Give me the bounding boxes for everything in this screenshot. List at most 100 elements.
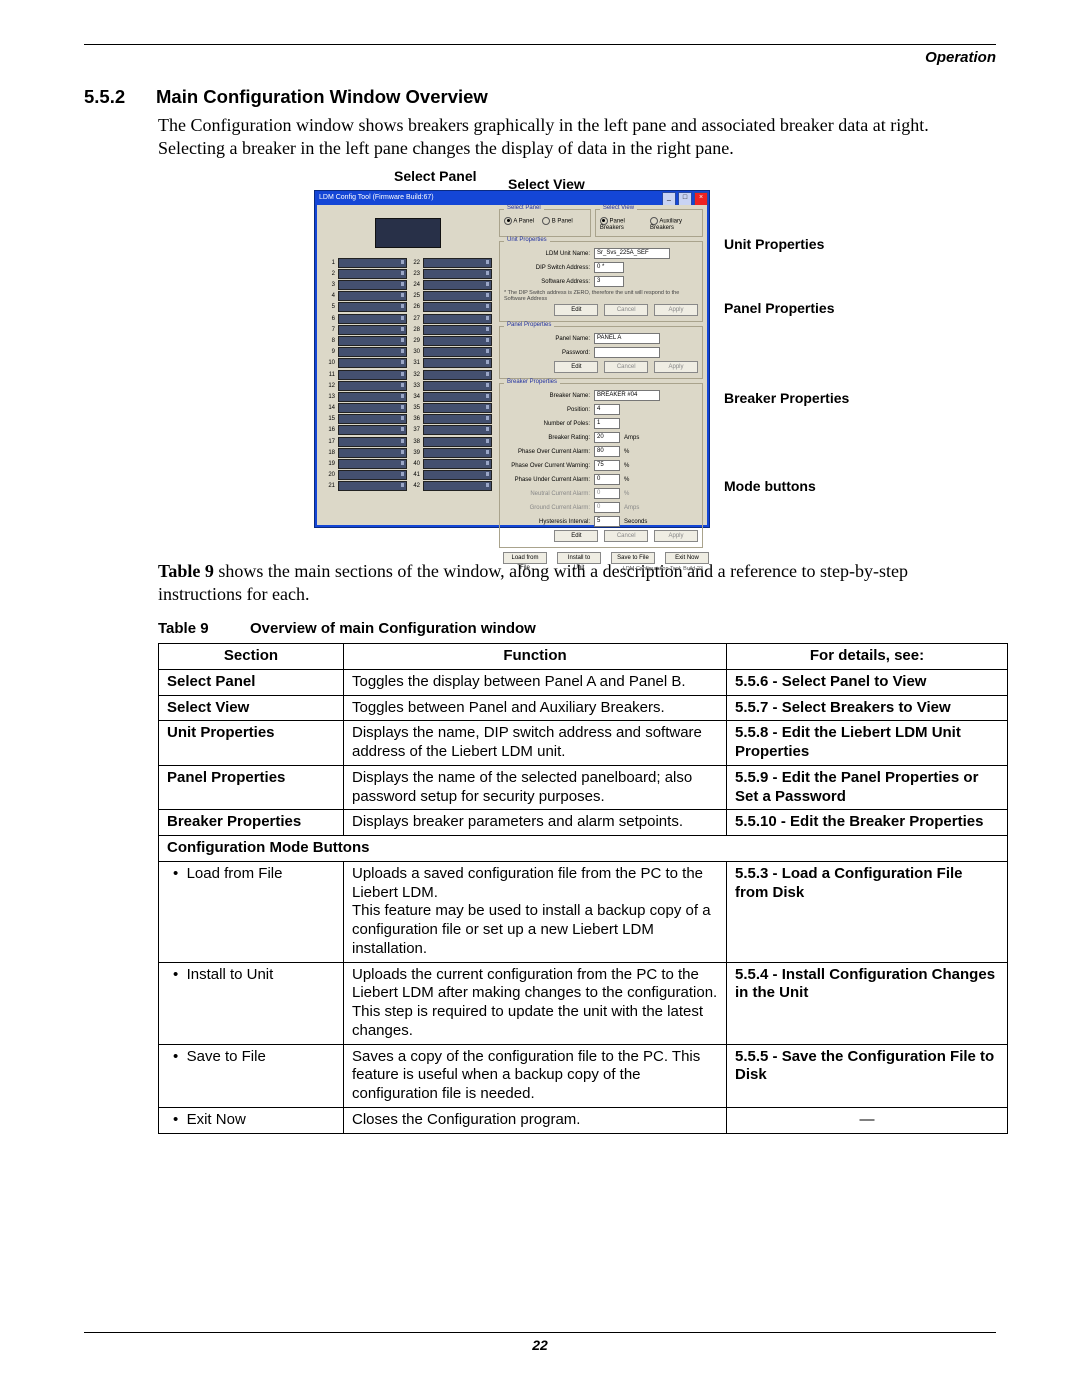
label-breaker-properties: Breaker Properties (724, 390, 864, 406)
position-label: Position: (504, 407, 594, 413)
breaker-row[interactable]: 2041 (323, 470, 493, 481)
ovw-label: Phase Over Current Warning: (504, 463, 594, 469)
unit-name-field[interactable]: Sr_Svs_225A_SEF (594, 248, 670, 259)
radio-b-panel[interactable] (542, 217, 550, 225)
breaker-row[interactable]: 526 (323, 302, 493, 313)
dip-field[interactable]: 0 * (594, 262, 624, 273)
password-label: Password: (504, 350, 594, 356)
section-heading: 5.5.2Main Configuration Window Overview (84, 86, 996, 108)
maximize-icon[interactable]: □ (678, 192, 692, 206)
table-row: Select ViewToggles between Panel and Aux… (159, 695, 1008, 721)
uca-label: Phase Under Current Alarm: (504, 477, 594, 483)
table-row: Install to UnitUploads the current confi… (159, 962, 1008, 1044)
gca-label: Ground Current Alarm: (504, 505, 594, 511)
table-row: Load from FileUploads a saved configurat… (159, 861, 1008, 962)
breaker-row[interactable]: 1637 (323, 425, 493, 436)
breaker-name-field[interactable]: BREAKER #04 (594, 390, 660, 401)
table-row: Panel PropertiesDisplays the name of the… (159, 765, 1008, 810)
col-section: Section (159, 644, 344, 670)
hy-field[interactable]: 5 (594, 516, 620, 527)
ova-label: Phase Over Current Alarm: (504, 449, 594, 455)
breaker-pane: 1222233244255266277288299301031113212331… (321, 209, 495, 519)
rating-field[interactable]: 20 (594, 432, 620, 443)
breaker-row[interactable]: 728 (323, 324, 493, 335)
sw-field[interactable]: 3 (594, 276, 624, 287)
rating-label: Breaker Rating: (504, 435, 594, 441)
hy-unit: Seconds (620, 519, 647, 525)
radio-panel-breakers[interactable] (600, 217, 608, 225)
unit-properties-group: Unit Properties LDM Unit Name:Sr_Svs_225… (499, 241, 703, 322)
radio-aux-breakers[interactable] (650, 217, 658, 225)
group-title-breaker: Breaker Properties (504, 379, 560, 385)
unit-edit-button[interactable]: Edit (554, 304, 598, 316)
panel-name-label: Panel Name: (504, 336, 594, 342)
password-field[interactable] (594, 347, 660, 358)
config-window-screenshot: LDM Config Tool (Firmware Build:67) _ □ … (314, 190, 710, 528)
breaker-row[interactable]: 223 (323, 268, 493, 279)
breaker-row[interactable]: 627 (323, 313, 493, 324)
position-field[interactable]: 4 (594, 404, 620, 415)
hyst-label: Hysteresis Interval: (504, 519, 594, 525)
panel-apply-button[interactable]: Apply (654, 361, 698, 373)
group-title-unit: Unit Properties (504, 237, 550, 243)
panel-properties-group: Panel Properties Panel Name:PANEL A Pass… (499, 326, 703, 379)
group-title-panel: Panel Properties (504, 322, 554, 328)
group-title-select-view: Select View (600, 205, 637, 211)
window-title: LDM Config Tool (Firmware Build:67) (319, 191, 434, 205)
unit-apply-button[interactable]: Apply (654, 304, 698, 316)
page-number: 22 (84, 1337, 996, 1353)
poles-field[interactable]: 1 (594, 418, 620, 429)
breaker-row[interactable]: 425 (323, 291, 493, 302)
breaker-row[interactable]: 829 (323, 335, 493, 346)
breaker-row[interactable]: 1738 (323, 436, 493, 447)
label-select-panel: Select Panel (394, 168, 477, 184)
breaker-row[interactable]: 1940 (323, 458, 493, 469)
ldm-device-icon (375, 218, 441, 248)
panel-cancel-button[interactable]: Cancel (604, 361, 648, 373)
nca-label: Neutral Current Alarm: (504, 491, 594, 497)
intro-paragraph: The Configuration window shows breakers … (158, 114, 996, 160)
breaker-row[interactable]: 1031 (323, 358, 493, 369)
breaker-row[interactable]: 1839 (323, 447, 493, 458)
ovw-field[interactable]: 75 (594, 460, 620, 471)
col-function: Function (344, 644, 727, 670)
poles-label: Number of Poles: (504, 421, 594, 427)
uca-unit: % (620, 477, 629, 483)
breaker-row[interactable]: 930 (323, 347, 493, 358)
breaker-row[interactable]: 1132 (323, 369, 493, 380)
close-icon[interactable]: × (694, 192, 708, 206)
breaker-row[interactable]: 1233 (323, 380, 493, 391)
table-ref: Table 9 (158, 561, 214, 581)
breaker-cancel-button[interactable]: Cancel (604, 530, 648, 542)
running-header: Operation (84, 49, 996, 66)
unit-cancel-button[interactable]: Cancel (604, 304, 648, 316)
radio-a-panel[interactable] (504, 217, 512, 225)
table-row: Save to FileSaves a copy of the configur… (159, 1044, 1008, 1107)
ova-unit: % (620, 449, 629, 455)
install-to-unit-button[interactable]: Install to Unit (557, 552, 601, 564)
breaker-row[interactable]: 1435 (323, 403, 493, 414)
breaker-apply-button[interactable]: Apply (654, 530, 698, 542)
breaker-row[interactable]: 122 (323, 257, 493, 268)
breaker-row[interactable]: 324 (323, 279, 493, 290)
breaker-row[interactable]: 1334 (323, 391, 493, 402)
label-panel-properties: Panel Properties (724, 300, 864, 316)
exit-now-button[interactable]: Exit Now (665, 552, 709, 564)
breaker-row[interactable]: 2142 (323, 481, 493, 492)
gca-unit: Amps (620, 505, 639, 511)
ovw-unit: % (620, 463, 629, 469)
group-title-select-panel: Select Panel (504, 205, 544, 211)
breaker-edit-button[interactable]: Edit (554, 530, 598, 542)
overview-table: Section Function For details, see: Selec… (158, 643, 1008, 1134)
config-window-diagram: Select Panel Select View Unit Properties… (254, 168, 874, 548)
panel-edit-button[interactable]: Edit (554, 361, 598, 373)
ova-field[interactable]: 80 (594, 446, 620, 457)
breaker-row[interactable]: 1536 (323, 414, 493, 425)
dip-label: DIP Switch Address: (504, 265, 594, 271)
minimize-icon[interactable]: _ (662, 192, 676, 206)
save-to-file-button[interactable]: Save to File (611, 552, 655, 564)
load-from-file-button[interactable]: Load from File (503, 552, 547, 564)
label-mode-buttons: Mode buttons (724, 478, 864, 494)
panel-name-field[interactable]: PANEL A (594, 333, 660, 344)
uca-field[interactable]: 0 (594, 474, 620, 485)
